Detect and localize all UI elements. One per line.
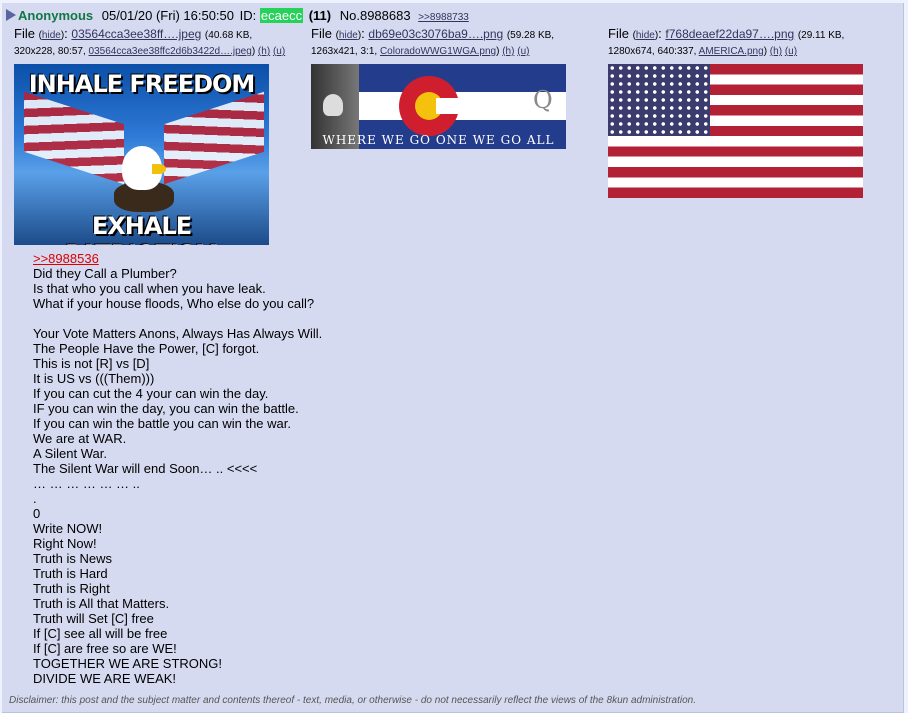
file-name-link[interactable]: db69e03c3076ba9….png	[368, 27, 503, 41]
post-intro: Anonymous 05/01/20 (Fri) 16:50:50 ID: ec…	[6, 8, 469, 26]
post-text-line: … … … … … … ..	[33, 476, 140, 491]
poster-name: Anonymous	[18, 8, 94, 23]
post-text-line: Your Vote Matters Anons, Always Has Alwa…	[33, 326, 323, 341]
file-label: File	[311, 26, 332, 41]
post-text-line: Did they Call a Plumber?	[33, 266, 177, 281]
post-text-line: Truth is Hard	[33, 566, 108, 581]
h-link[interactable]: (h)	[770, 46, 782, 57]
post-text-line: If you can cut the 4 your can win the da…	[33, 386, 269, 401]
hide-file-link[interactable]: hide	[339, 30, 358, 41]
original-filename-link[interactable]: 03564cca3ee38ffc2d6b3422d….jpeg	[89, 46, 252, 57]
reply-count: (11)	[308, 8, 332, 23]
post-menu-arrow-icon[interactable]	[6, 9, 16, 21]
post-text-line: The Silent War will end Soon… .. <<<<	[33, 461, 258, 476]
post-text-line: We are at WAR.	[33, 431, 127, 446]
post-text-lines: Did they Call a Plumber? Is that who you …	[33, 266, 322, 686]
emblem-notch	[436, 98, 464, 114]
h-link[interactable]: (h)	[502, 46, 514, 57]
post-text-line: Is that who you call when you have leak.	[33, 281, 266, 296]
post: Anonymous 05/01/20 (Fri) 16:50:50 ID: ec…	[2, 3, 904, 713]
file-dims: 320x228, 80:57,	[14, 46, 86, 57]
flag-canton-stars	[608, 64, 710, 136]
post-text-line: Truth will Set [C] free	[33, 611, 154, 626]
post-text-line: Right Now!	[33, 536, 97, 551]
file-info-2: File (hide): db69e03c3076ba9….png (59.28…	[311, 26, 555, 57]
quote-link[interactable]: >>8988536	[33, 251, 99, 266]
file-name-link[interactable]: 03564cca3ee38ff….jpeg	[71, 27, 201, 41]
h-link[interactable]: (h)	[258, 46, 270, 57]
hide-file-link[interactable]: hide	[636, 30, 655, 41]
post-text-line: DIVIDE WE ARE WEAK!	[33, 671, 177, 686]
hide-file-link[interactable]: hide	[42, 30, 61, 41]
post-number[interactable]: No.8988683	[340, 8, 411, 23]
file-dims: 1280x674, 640:337,	[608, 46, 697, 57]
u-link[interactable]: (u)	[517, 46, 529, 57]
post-text-line: What if your house floods, Who else do y…	[33, 296, 315, 311]
file-info-3: File (hide): f768deaef22da97….png (29.11…	[608, 26, 845, 57]
file-dims: 1263x421, 3:1,	[311, 46, 378, 57]
colorado-flag-thumbnail[interactable]: Q WHERE WE GO ONE WE GO ALL	[311, 64, 566, 149]
post-text-line	[33, 311, 322, 326]
thumb-q-letter: Q	[533, 86, 553, 114]
id-label: ID:	[239, 8, 257, 23]
post-text-line: IF you can win the day, you can win the …	[33, 401, 299, 416]
post-text-line: A Silent War.	[33, 446, 107, 461]
post-text-line: The People Have the Power, [C] forgot.	[33, 341, 260, 356]
file-size: (40.68 KB,	[204, 30, 253, 41]
eagle-wing-right	[164, 91, 264, 185]
post-text-line: Truth is News	[33, 551, 112, 566]
thumb-bottom-text: EXHALE PATRIOTISM	[65, 212, 219, 245]
thumb-caption: WHERE WE GO ONE WE GO ALL	[322, 133, 555, 147]
poster-id[interactable]: ecaecc	[259, 8, 304, 23]
post-text-line: Truth is All that Matters.	[33, 596, 170, 611]
backlink[interactable]: >>8988733	[418, 12, 469, 23]
post-text-line: It is US vs (((Them)))	[33, 371, 155, 386]
u-link[interactable]: (u)	[785, 46, 797, 57]
skull-icon	[323, 94, 343, 116]
file-label: File	[14, 26, 35, 41]
original-filename-link[interactable]: AMERICA.png	[699, 46, 764, 57]
u-link[interactable]: (u)	[273, 46, 285, 57]
post-date: 05/01/20 (Fri) 16:50:50	[101, 8, 234, 23]
post-text-line: If you can win the battle you can win th…	[33, 416, 291, 431]
file-info-1: File (hide): 03564cca3ee38ff….jpeg (40.6…	[14, 26, 286, 57]
american-flag-thumbnail[interactable]	[608, 64, 863, 198]
post-text-line: Truth is Right	[33, 581, 110, 596]
thumb-top-text: INHALE FREEDOM	[28, 70, 256, 98]
file-size: (29.11 KB,	[797, 30, 845, 41]
post-text-line: TOGETHER WE ARE STRONG!	[33, 656, 223, 671]
post-body: >>8988536 Did they Call a Plumber? Is tha…	[33, 251, 322, 686]
disclaimer: Disclaimer: this post and the subject ma…	[9, 695, 696, 706]
file-label: File	[608, 26, 629, 41]
post-text-line: If [C] are free so are WE!	[33, 641, 177, 656]
post-text-line: .	[33, 491, 37, 506]
eagle-beak	[152, 164, 166, 174]
eagle-wing-left	[24, 91, 124, 185]
file-size: (59.28 KB,	[506, 30, 555, 41]
original-filename-link[interactable]: ColoradoWWG1WGA.png	[380, 46, 496, 57]
post-text-line: Write NOW!	[33, 521, 103, 536]
post-text-line: If [C] see all will be free	[33, 626, 168, 641]
post-text-line: 0	[33, 506, 41, 521]
file-name-link[interactable]: f768deaef22da97….png	[665, 27, 794, 41]
post-text-line: This is not [R] vs [D]	[33, 356, 150, 371]
eagle-image-thumbnail[interactable]: INHALE FREEDOM EXHALE PATRIOTISM	[14, 64, 269, 245]
